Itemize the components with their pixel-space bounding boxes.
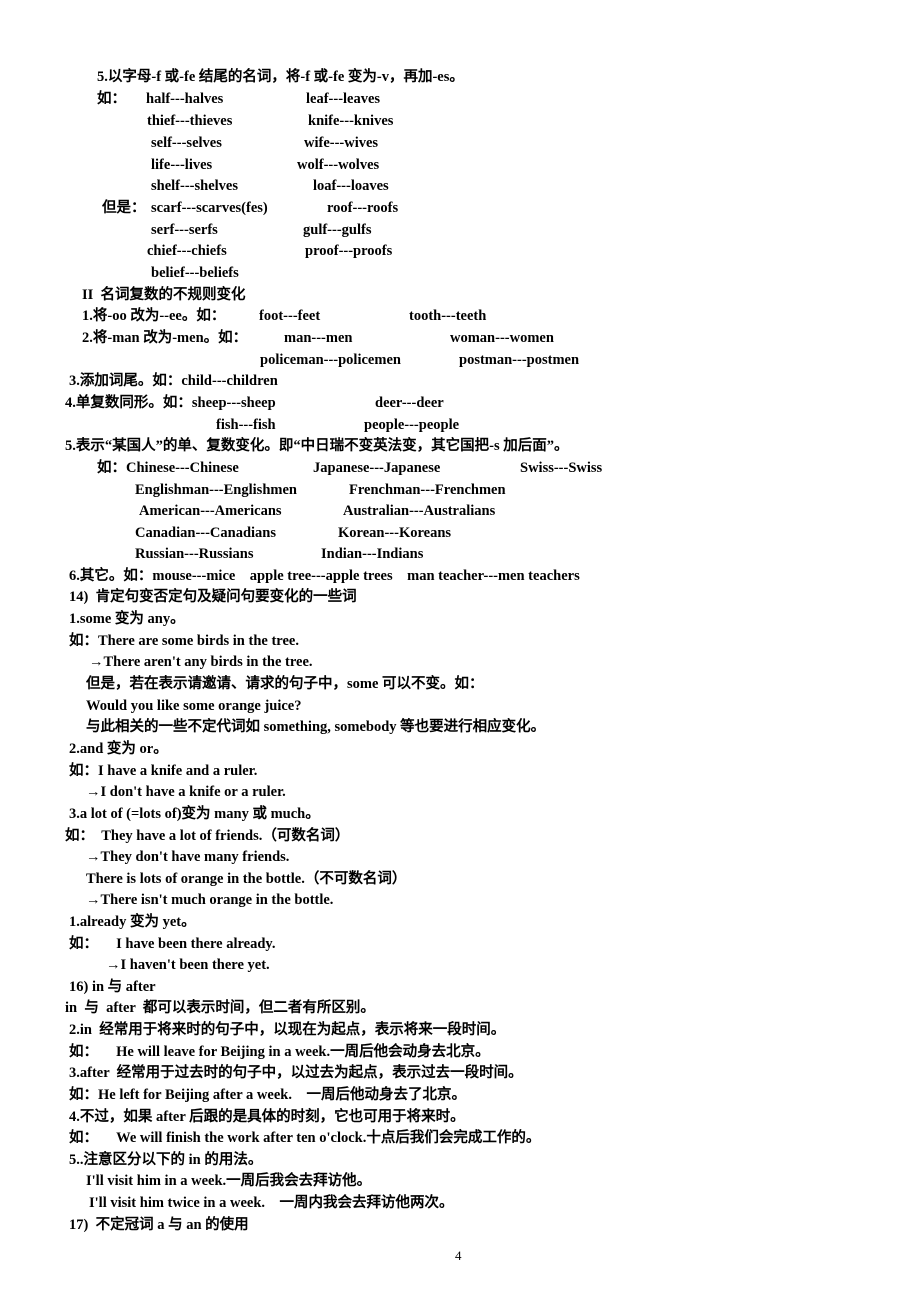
word-pair: shelf---shelves: [151, 178, 238, 194]
rule-line: 3.after 经常用于过去时的句子中，以过去为起点，表示过去一段时间。: [69, 1065, 523, 1081]
word-pair: Australian---Australians: [343, 503, 496, 519]
word-pair: Frenchman---Frenchmen: [349, 482, 506, 498]
rule-line: 2.and 变为 or。: [69, 741, 168, 757]
word-pair: Korean---Koreans: [338, 525, 452, 541]
word-pair: Canadian---Canadians: [135, 525, 277, 541]
note-line: 与此相关的一些不定代词如 something, somebody 等也要进行相应…: [86, 719, 546, 735]
document-page: 5.以字母-f 或-fe 结尾的名词，将-f 或-fe 变为-v，再加-es。 …: [0, 0, 920, 1302]
word-pair: wolf---wolves: [297, 157, 380, 173]
example-line: I'll visit him twice in a week. 一周内我会去拜访…: [89, 1195, 454, 1211]
rule-line: 1.将-oo 改为--ee。如：: [82, 308, 226, 324]
section-heading-irregular: II 名词复数的不规则变化: [82, 287, 246, 303]
word-pair: proof---proofs: [305, 243, 393, 259]
rule-line: 2.in 经常用于将来时的句子中，以现在为起点，表示将来一段时间。: [69, 1022, 506, 1038]
rule-line: 4.不过，如果 after 后跟的是具体的时刻，它也可用于将来时。: [69, 1109, 465, 1125]
note-line: 但是，若在表示请邀请、请求的句子中，some 可以不变。如：: [86, 676, 484, 692]
section-heading-f-fe: 5.以字母-f 或-fe 结尾的名词，将-f 或-fe 变为-v，再加-es。: [97, 69, 464, 85]
example-line: →There isn't much orange in the bottle.: [86, 892, 334, 908]
section-heading-17: 17) 不定冠词 a 与 an 的使用: [69, 1217, 249, 1233]
example-line: →They don't have many friends.: [86, 849, 290, 865]
word-pair: roof---roofs: [327, 200, 399, 216]
word-pair: life---lives: [151, 157, 213, 173]
example-line: I'll visit him in a week.一周后我会去拜访他。: [86, 1173, 372, 1189]
example-line: 如：He left for Beijing after a week. 一周后他…: [69, 1087, 466, 1103]
rule-line: 6.其它。如：mouse---mice apple tree---apple t…: [69, 568, 580, 584]
word-pair: Indian---Indians: [321, 546, 424, 562]
word-pair: loaf---loaves: [313, 178, 389, 194]
rule-line: 4.单复数同形。如：sheep---sheep: [65, 395, 276, 411]
word-pair: half---halves: [146, 91, 224, 107]
example-label: 如：: [97, 91, 126, 107]
section-heading-14: 14) 肯定句变否定句及疑问句要变化的一些词: [69, 589, 357, 605]
word-pair: belief---beliefs: [151, 265, 239, 281]
example-line: 如： They have a lot of friends.（可数名词）: [65, 828, 350, 844]
word-pair: gulf---gulfs: [303, 222, 372, 238]
rule-line: 5..注意区分以下的 in 的用法。: [69, 1152, 263, 1168]
word-pair: foot---feet: [259, 308, 321, 324]
section-heading-16: 16) in 与 after: [69, 979, 156, 995]
rule-line: 3.a lot of (=lots of)变为 many 或 much。: [69, 806, 320, 822]
word-pair: Japanese---Japanese: [313, 460, 441, 476]
example-line: →I haven't been there yet.: [106, 957, 270, 973]
example-line: →I don't have a knife or a ruler.: [86, 784, 286, 800]
word-pair: chief---chiefs: [147, 243, 227, 259]
word-pair: leaf---leaves: [306, 91, 381, 107]
word-pair: Swiss---Swiss: [520, 460, 603, 476]
word-pair: knife---knives: [308, 113, 394, 129]
word-pair: fish---fish: [216, 417, 276, 433]
page-number: 4: [455, 1248, 462, 1263]
word-pair: scarf---scarves(fes): [151, 200, 268, 216]
word-pair: man---men: [284, 330, 353, 346]
word-pair: Russian---Russians: [135, 546, 254, 562]
word-pair: serf---serfs: [151, 222, 218, 238]
note-line: in 与 after 都可以表示时间，但二者有所区别。: [65, 1000, 375, 1016]
word-pair: people---people: [364, 417, 460, 433]
example-line: Would you like some orange juice?: [86, 698, 302, 714]
word-pair: policeman---policemen: [260, 352, 401, 368]
example-line: 如：I have a knife and a ruler.: [69, 763, 258, 779]
rule-line: 5.表示“某国人”的单、复数变化。即“中日瑞不变英法变，其它国把-s 加后面”。: [65, 438, 569, 454]
rule-line: 1.already 变为 yet。: [69, 914, 196, 930]
word-pair: thief---thieves: [147, 113, 233, 129]
word-pair: wife---wives: [304, 135, 379, 151]
example-line: 如： I have been there already.: [69, 936, 276, 952]
word-pair: deer---deer: [375, 395, 444, 411]
rule-line: 1.some 变为 any。: [69, 611, 185, 627]
word-pair: postman---postmen: [459, 352, 580, 368]
exception-label: 但是：: [102, 200, 146, 216]
example-line: 如： He will leave for Beijing in a week.一…: [69, 1044, 490, 1060]
word-pair: woman---women: [450, 330, 554, 346]
rule-line: 3.添加词尾。如：child---children: [69, 373, 278, 389]
word-pair: tooth---teeth: [409, 308, 487, 324]
word-pair: Englishman---Englishmen: [135, 482, 297, 498]
example-line: →There aren't any birds in the tree.: [89, 654, 313, 670]
word-pair: self---selves: [151, 135, 222, 151]
word-pair: American---Americans: [139, 503, 282, 519]
example-line: 如： We will finish the work after ten o'c…: [69, 1130, 541, 1146]
rule-line: 2.将-man 改为-men。如：: [82, 330, 248, 346]
rule-example: 如：Chinese---Chinese: [97, 460, 239, 476]
example-line: 如：There are some birds in the tree.: [69, 633, 299, 649]
example-line: There is lots of orange in the bottle.（不…: [86, 871, 407, 887]
